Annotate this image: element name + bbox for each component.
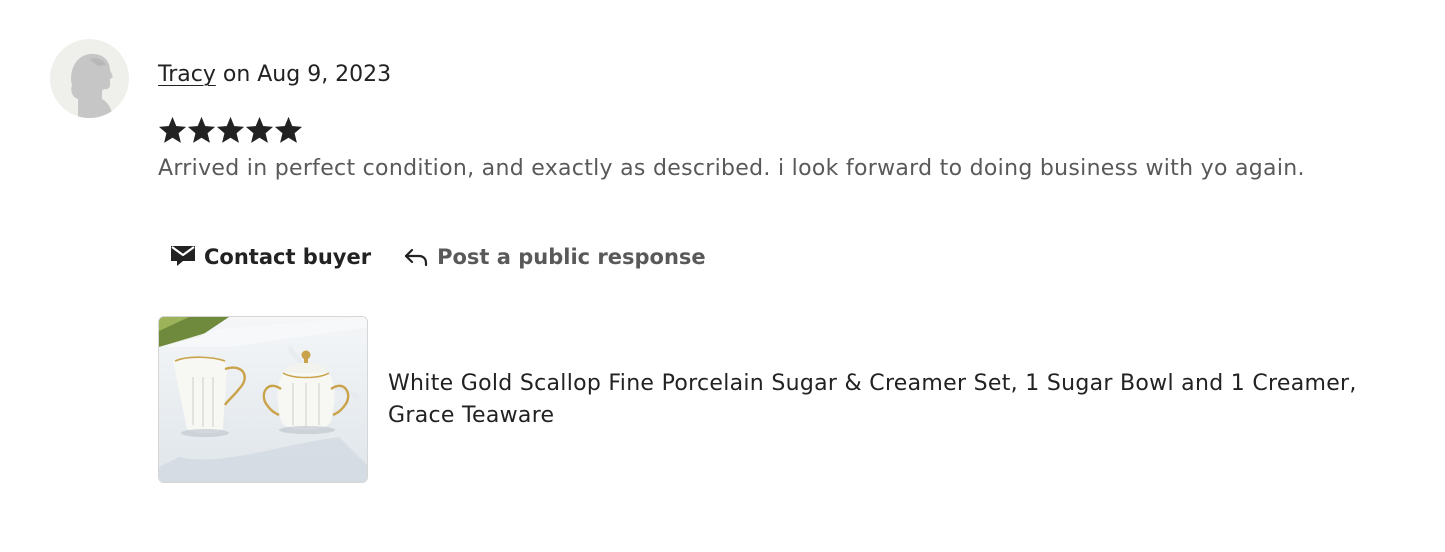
star-filled-icon bbox=[245, 116, 274, 143]
review-meta: Tracy on Aug 9, 2023 bbox=[158, 61, 391, 89]
reviewed-product: White Gold Scallop Fine Porcelain Sugar … bbox=[158, 316, 1398, 483]
envelope-icon bbox=[170, 243, 196, 272]
post-public-response-label: Post a public response bbox=[437, 245, 706, 269]
product-title-link[interactable]: White Gold Scallop Fine Porcelain Sugar … bbox=[388, 368, 1398, 432]
reviewer-name-link[interactable]: Tracy bbox=[158, 62, 216, 87]
reviewer-avatar[interactable] bbox=[50, 39, 129, 118]
star-filled-icon bbox=[274, 116, 303, 143]
star-filled-icon bbox=[187, 116, 216, 143]
review-text: Arrived in perfect condition, and exactl… bbox=[158, 156, 1305, 181]
review-date: on Aug 9, 2023 bbox=[215, 62, 392, 87]
reply-arrow-icon bbox=[403, 243, 429, 272]
default-user-silhouette-icon bbox=[71, 53, 113, 118]
sugar-creamer-set-image bbox=[159, 317, 367, 482]
star-filled-icon bbox=[158, 116, 187, 143]
star-filled-icon bbox=[216, 116, 245, 143]
contact-buyer-button[interactable]: Contact buyer bbox=[158, 236, 383, 278]
star-rating bbox=[158, 116, 303, 145]
review-actions: Contact buyer Post a public response bbox=[158, 236, 718, 278]
post-public-response-button[interactable]: Post a public response bbox=[391, 236, 718, 278]
product-thumbnail[interactable] bbox=[158, 316, 368, 483]
contact-buyer-label: Contact buyer bbox=[204, 245, 372, 269]
